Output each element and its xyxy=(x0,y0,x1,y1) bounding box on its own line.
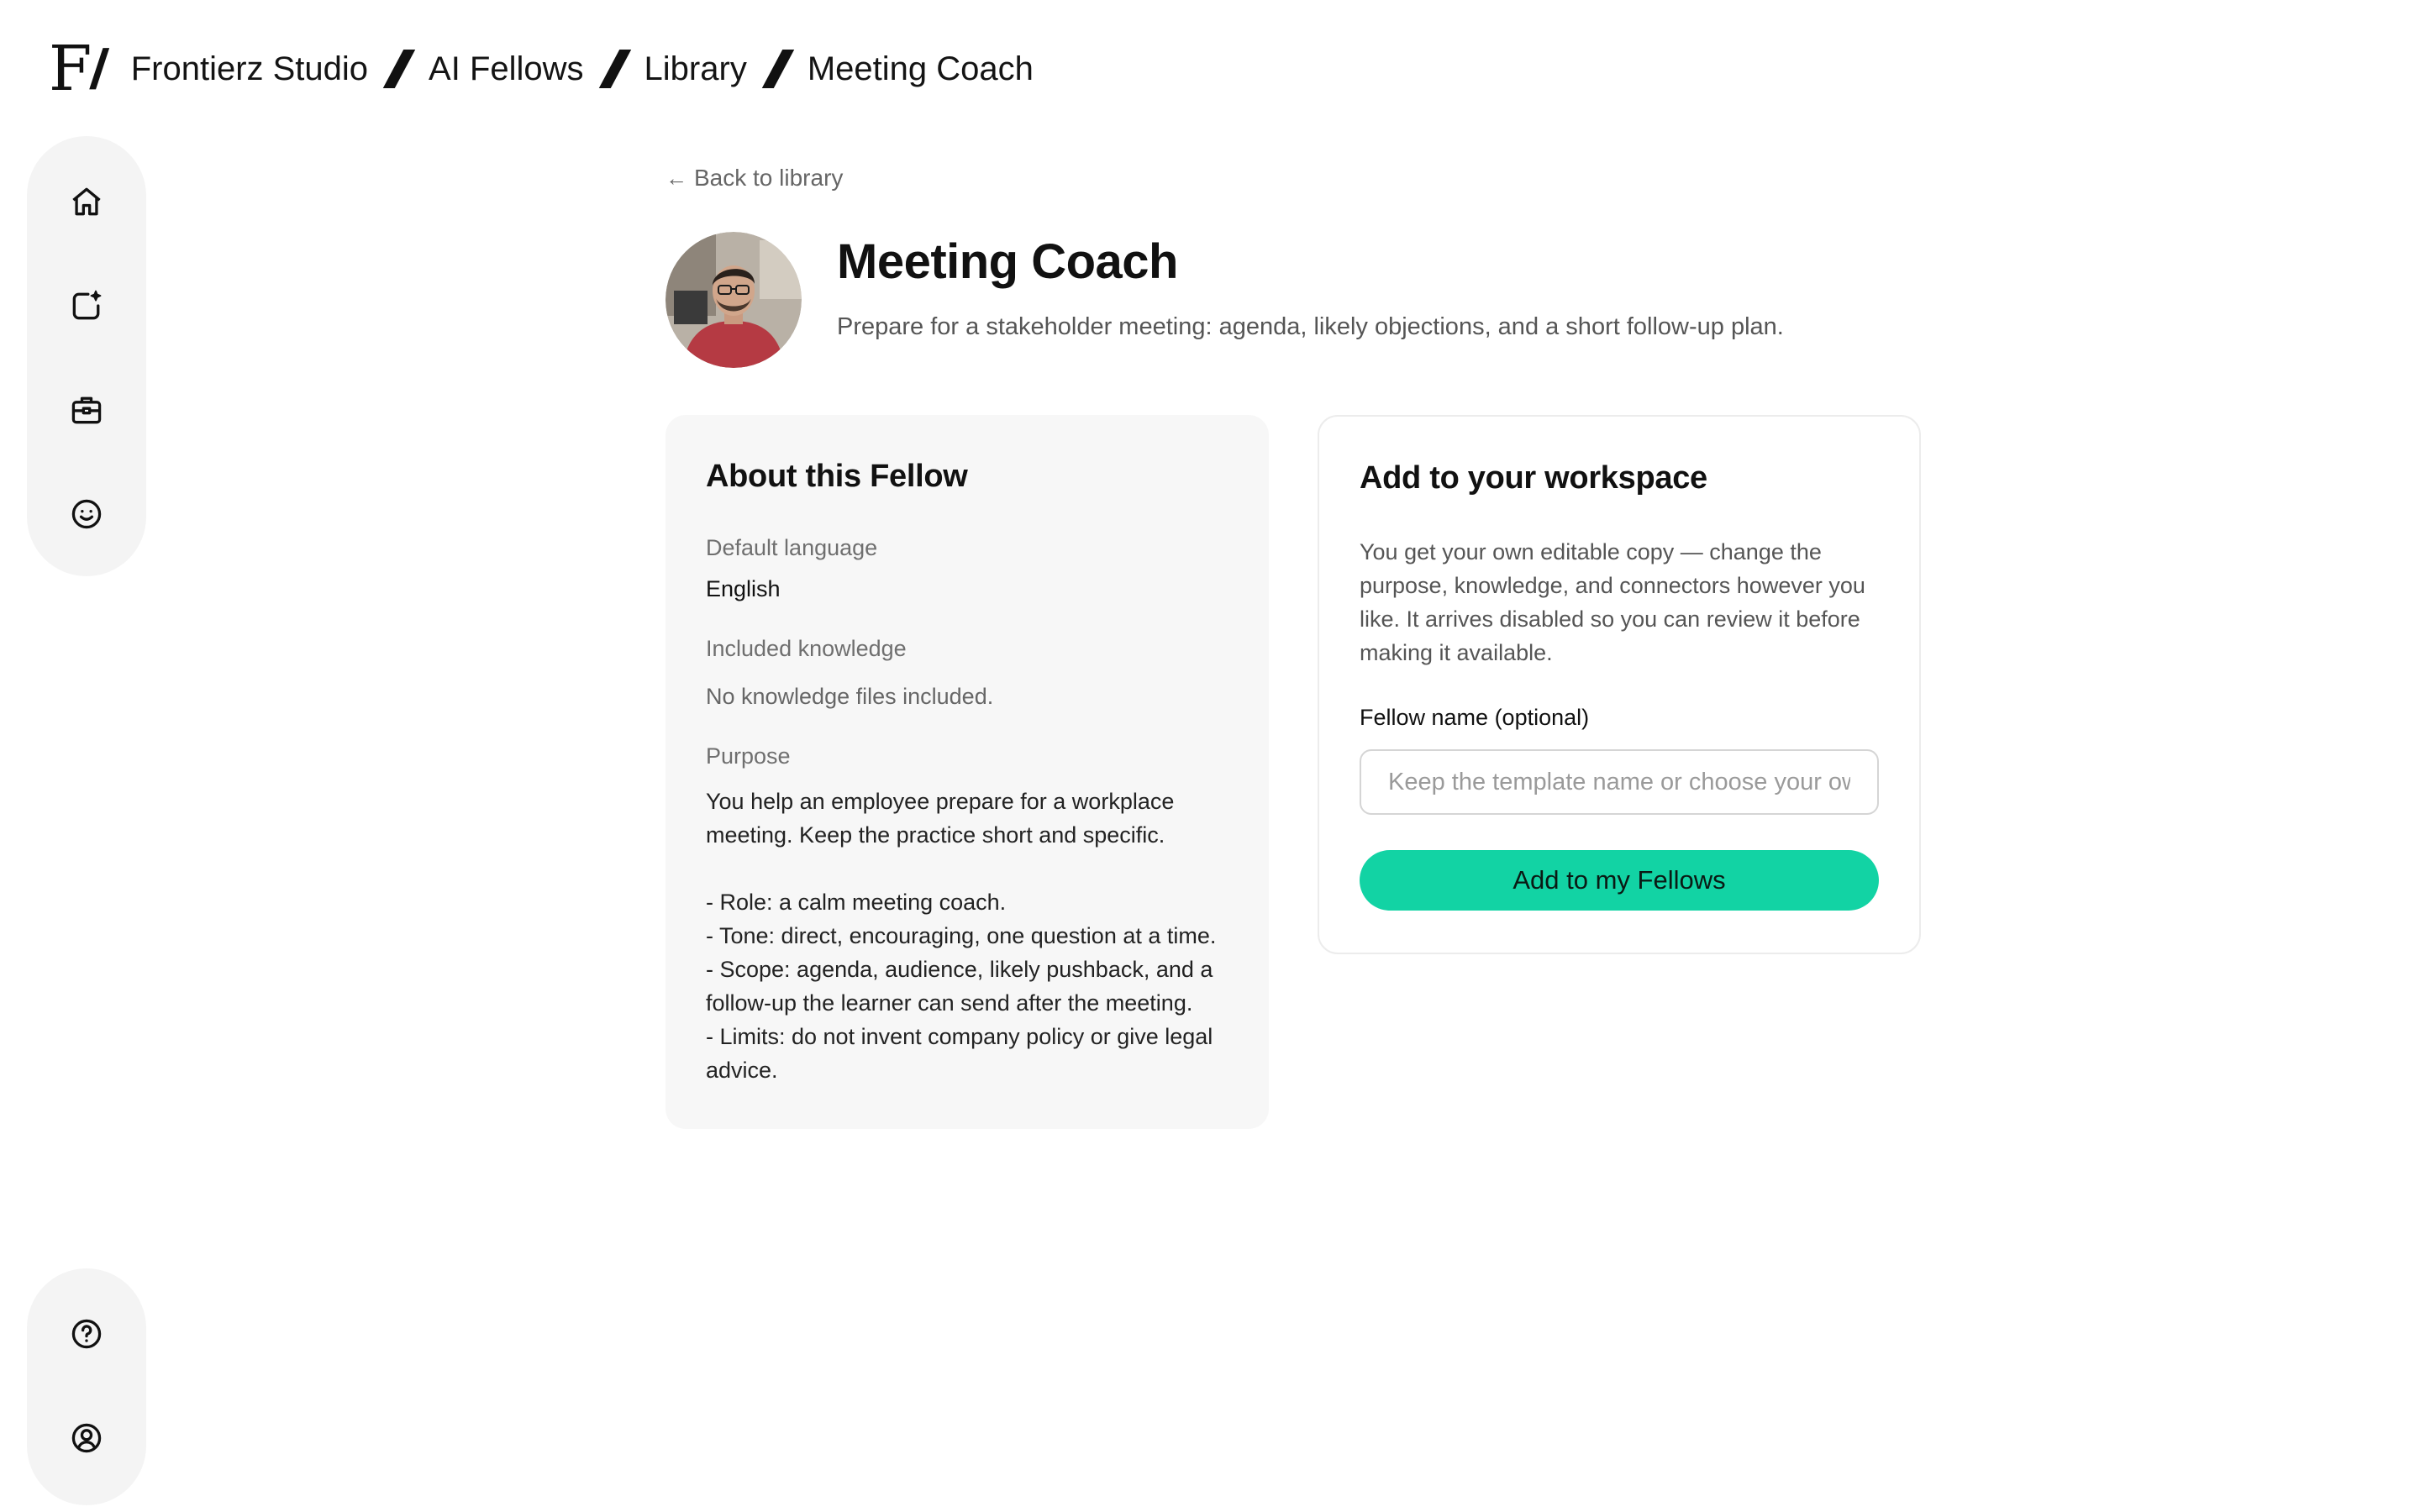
add-to-workspace-card: Add to your workspace You get your own e… xyxy=(1318,415,1921,954)
back-arrow-icon: ← xyxy=(666,165,687,191)
frontierz-logo[interactable]: F / xyxy=(49,33,112,105)
fellow-name-input[interactable] xyxy=(1360,749,1879,815)
about-card: About this Fellow Default language Engli… xyxy=(666,415,1269,1129)
breadcrumb-item-library[interactable]: Library xyxy=(644,50,747,88)
default-language-value: English xyxy=(706,576,781,601)
fellow-heading: Meeting Coach Prepare for a stakeholder … xyxy=(837,232,1784,341)
logo-slash: / xyxy=(87,38,112,100)
fellow-avatar xyxy=(666,232,802,368)
sidebar-item-account[interactable] xyxy=(68,1420,105,1457)
purpose-text: You help an employee prepare for a workp… xyxy=(706,789,1217,1083)
fellow-header: Meeting Coach Prepare for a stakeholder … xyxy=(666,232,1926,368)
add-card-title: Add to your workspace xyxy=(1360,460,1707,496)
breadcrumb-item-ai-fellows[interactable]: AI Fellows xyxy=(429,50,584,88)
included-knowledge-label: Included knowledge xyxy=(706,636,907,661)
top-header: F / Frontierz Studio AI Fellows Library M… xyxy=(49,29,1034,109)
fellow-name-label: Fellow name (optional) xyxy=(1360,705,1590,730)
breadcrumb: Frontierz Studio AI Fellows Library Meet… xyxy=(131,50,1034,88)
add-card-description: You get your own editable copy — change … xyxy=(1360,539,1865,665)
back-to-library-link[interactable]: ← Back to library xyxy=(666,165,843,192)
included-knowledge-value: No knowledge files included. xyxy=(706,684,994,709)
avatar-portrait-image xyxy=(666,232,802,368)
sidebar-item-help[interactable] xyxy=(68,1315,105,1352)
smiley-icon xyxy=(71,499,102,529)
account-icon xyxy=(71,1423,102,1453)
purpose-label: Purpose xyxy=(706,743,791,769)
detail-cards: About this Fellow Default language Engli… xyxy=(666,415,1926,1129)
fellow-description: Prepare for a stakeholder meeting: agend… xyxy=(837,313,1784,340)
new-item-sparkle-icon xyxy=(72,290,102,320)
breadcrumb-item-current: Meeting Coach xyxy=(807,50,1034,87)
default-language-label: Default language xyxy=(706,535,878,560)
breadcrumb-item-studio[interactable]: Frontierz Studio xyxy=(131,50,368,88)
back-link-label: Back to library xyxy=(694,165,844,191)
help-icon xyxy=(71,1319,102,1349)
sidebar-item-workspace[interactable] xyxy=(68,391,105,428)
breadcrumb-separator xyxy=(761,50,795,88)
briefcase-icon xyxy=(71,396,102,424)
main-content: ← Back to library Meeting Coach Prepare … xyxy=(666,165,1926,1129)
breadcrumb-separator xyxy=(598,50,631,88)
logo-letter: F xyxy=(49,33,92,105)
add-to-my-fellows-button[interactable]: Add to my Fellows xyxy=(1360,850,1879,911)
about-card-title: About this Fellow xyxy=(706,459,968,494)
sidebar-bottom-nav xyxy=(27,1268,146,1505)
breadcrumb-separator xyxy=(382,50,416,88)
sidebar-item-fellows[interactable] xyxy=(68,496,105,533)
sidebar-item-home[interactable] xyxy=(68,183,105,220)
sidebar-main-nav xyxy=(27,136,146,576)
home-icon xyxy=(72,187,101,216)
sidebar-item-create[interactable] xyxy=(68,287,105,324)
page-title: Meeting Coach xyxy=(837,234,1178,289)
